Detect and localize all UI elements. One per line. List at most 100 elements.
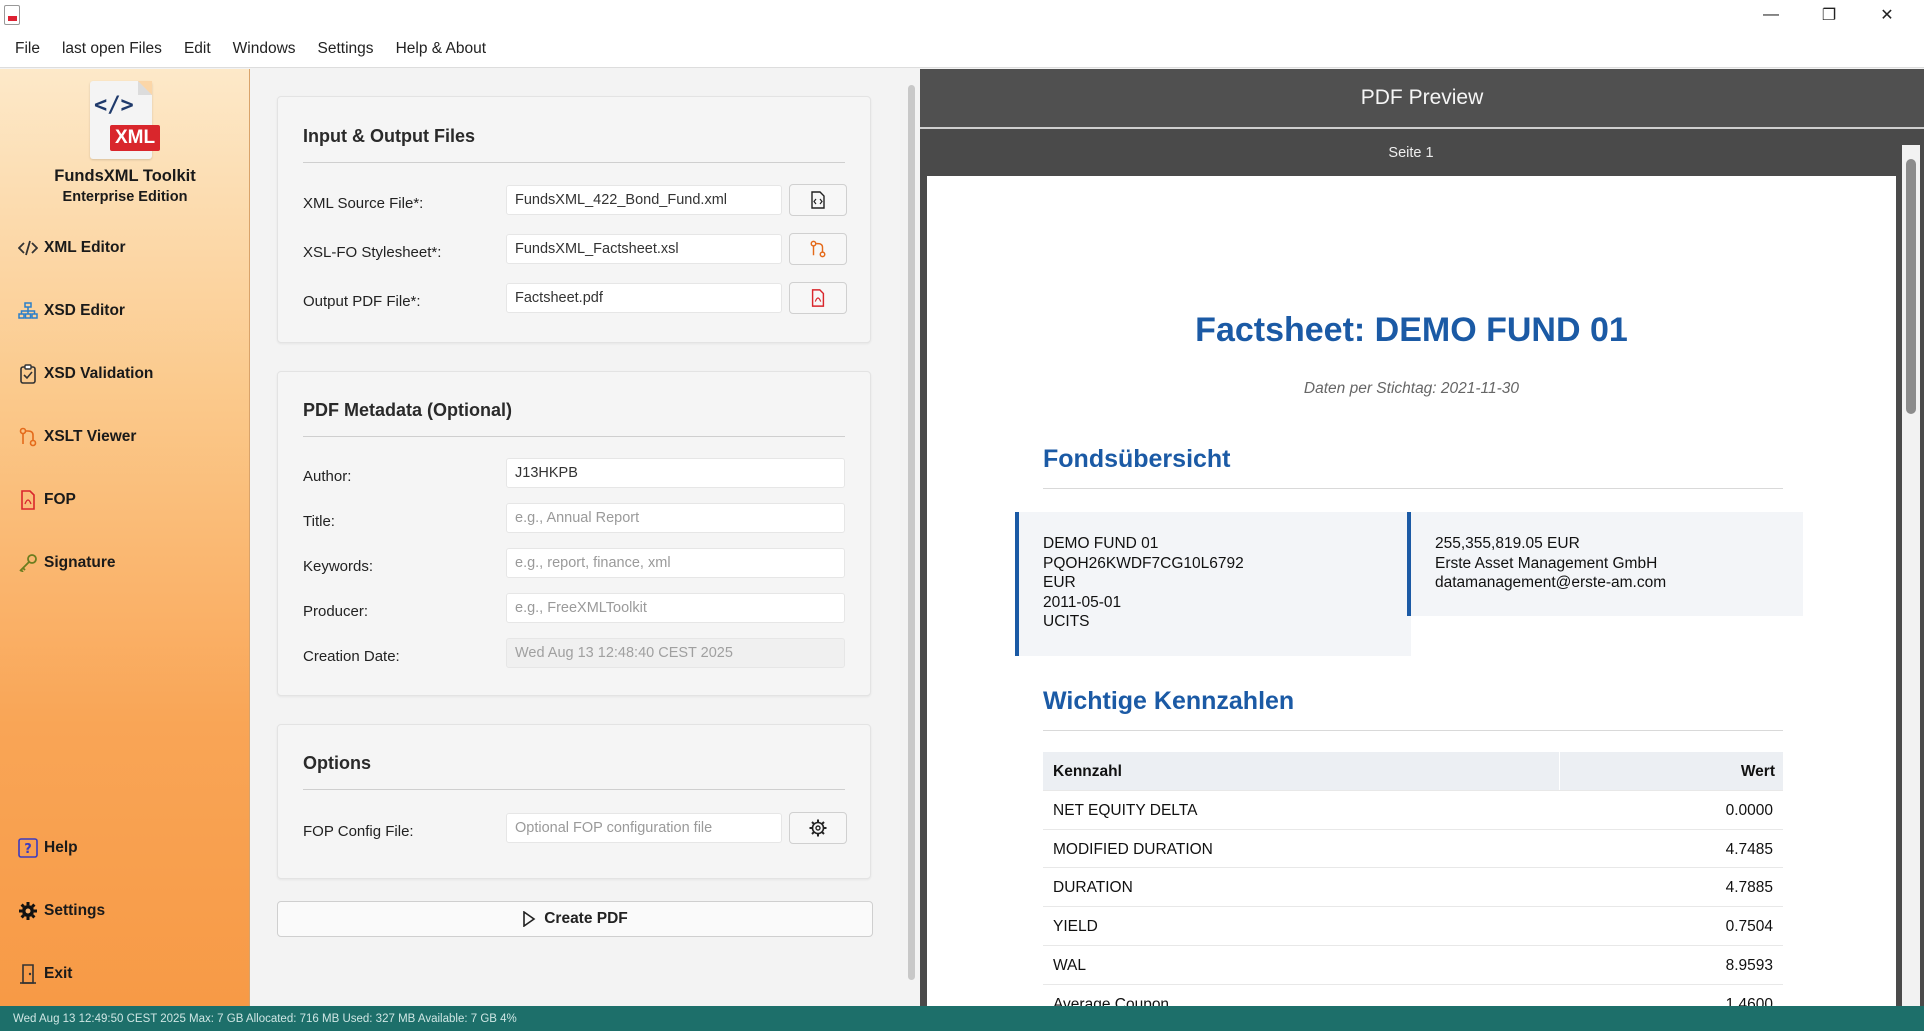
form-scrollbar[interactable] [903,69,919,1006]
browse-xsl-button[interactable] [789,233,847,265]
sidebar-item-xsd-editor[interactable]: XSD Editor [18,298,125,324]
transform-icon [810,240,826,258]
divider [303,436,845,437]
menu-help-about[interactable]: Help & About [385,40,497,58]
fund-inception: 2011-05-01 [1043,593,1122,611]
fund-currency: EUR [1043,574,1076,591]
app-logo: </> XML [88,81,162,161]
table-row: YIELD 0.7504 [1043,907,1783,946]
restore-button[interactable]: ❐ [1800,0,1858,30]
author-label: Author: [303,468,352,485]
sidebar-item-label: XML Editor [44,239,126,256]
document-title: Factsheet: DEMO FUND 01 [1195,311,1628,349]
sidebar-item-help[interactable]: ? Help [18,835,78,861]
browse-pdf-button[interactable] [789,282,847,314]
row-value: 0.0000 [1725,801,1773,819]
menu-file[interactable]: File [4,40,51,58]
menu-windows[interactable]: Windows [222,40,307,58]
close-button[interactable]: ✕ [1858,0,1916,30]
output-pdf-field[interactable]: Factsheet.pdf [506,283,782,313]
row-value: 4.7885 [1725,879,1773,897]
clipboard-check-icon [18,364,38,384]
row-name: MODIFIED DURATION [1053,840,1213,858]
sidebar-item-xml-editor[interactable]: XML Editor [18,235,126,261]
pdf-icon [18,490,38,510]
question-icon: ? [18,838,38,858]
page-label: Seite 1 [1388,145,1434,161]
sidebar-item-signature[interactable]: Signature [18,550,115,576]
fop-config-field[interactable]: Optional FOP configuration file [506,813,782,843]
sidebar-item-label: XSD Validation [44,365,154,382]
sidebar-item-label: Help [44,839,78,856]
sidebar-item-label: Signature [44,554,116,571]
svg-text:?: ? [24,842,32,857]
sidebar-item-label: XSLT Viewer [44,428,137,445]
producer-field[interactable]: e.g., FreeXMLToolkit [506,593,845,623]
row-value: 0.7504 [1725,918,1773,936]
xsl-stylesheet-label: XSL-FO Stylesheet*: [303,244,442,261]
xsl-stylesheet-field[interactable]: FundsXML_Factsheet.xsl [506,234,782,264]
column-header-wert: Wert [1740,763,1775,780]
creation-date-field: Wed Aug 13 12:48:40 CEST 2025 [506,638,845,668]
browse-xml-button[interactable] [789,184,847,216]
menu-bar: File last open Files Edit Windows Settin… [0,30,1924,68]
sidebar-item-xsd-validation[interactable]: XSD Validation [18,361,153,387]
gear-icon [809,819,827,837]
column-separator [1559,752,1560,790]
scrollbar-thumb[interactable] [1906,159,1916,414]
create-pdf-label: Create PDF [544,910,628,927]
sidebar-item-exit[interactable]: Exit [18,961,72,987]
pdf-page[interactable]: Factsheet: DEMO FUND 01 Daten per Sticht… [927,176,1896,1006]
brand-title: FundsXML Toolkit [54,167,196,185]
status-bar: Wed Aug 13 12:49:50 CEST 2025 Max: 7 GB … [0,1006,1924,1031]
input-output-card: Input & Output Files XML Source File*: F… [277,96,871,343]
table-header: Kennzahl Wert [1043,752,1783,791]
menu-last-open-files[interactable]: last open Files [51,40,173,58]
menu-settings[interactable]: Settings [307,40,385,58]
section-heading: Wichtige Kennzahlen [1043,687,1295,715]
sidebar-item-fop[interactable]: FOP [18,487,76,513]
xml-file-icon [811,191,825,209]
row-value: 4.7485 [1725,840,1773,858]
menu-edit[interactable]: Edit [173,40,222,58]
table-row: Average Coupon 1.4600 [1043,985,1783,1006]
minimize-button[interactable]: — [1742,0,1800,30]
table-row: NET EQUITY DELTA 0.0000 [1043,791,1783,830]
scrollbar-thumb[interactable] [908,85,915,980]
fund-manager-box: 255,355,819.05 EUR Erste Asset Managemen… [1407,512,1803,616]
keywords-field[interactable]: e.g., report, finance, xml [506,548,845,578]
creation-date-label: Creation Date: [303,648,400,665]
author-field[interactable]: J13HKPB [506,458,845,488]
sidebar-item-label: XSD Editor [44,302,125,319]
section-title: Input & Output Files [303,126,475,146]
app-icon [4,5,20,25]
divider [303,789,845,790]
section-title: PDF Metadata (Optional) [303,400,513,420]
row-name: DURATION [1053,879,1133,897]
exit-icon [18,964,38,984]
pdf-icon [811,289,825,307]
output-pdf-label: Output PDF File*: [303,293,421,310]
title-field[interactable]: e.g., Annual Report [506,503,845,533]
document-date: Daten per Stichtag: 2021-11-30 [1303,380,1520,397]
keywords-label: Keywords: [303,558,374,575]
xml-source-field[interactable]: FundsXML_422_Bond_Fund.xml [506,185,782,215]
table-row: DURATION 4.7885 [1043,868,1783,908]
transform-icon [18,427,38,447]
row-name: Average Coupon [1053,995,1170,1006]
sidebar: </> XML FundsXML Toolkit Enterprise Edit… [0,69,250,1006]
row-name: WAL [1053,956,1087,974]
preview-scrollbar[interactable] [1902,145,1920,1006]
row-value: 1.4600 [1725,995,1773,1006]
title-label: Title: [303,513,335,530]
pdf-metadata-card: PDF Metadata (Optional) Author: J13HKPB … [277,371,871,696]
fund-manager: Erste Asset Management GmbH [1435,554,1658,572]
fop-config-label: FOP Config File: [303,823,414,840]
gear-icon [18,901,38,921]
sidebar-item-settings[interactable]: Settings [18,898,105,924]
section-title: Options [303,753,371,773]
create-pdf-button[interactable]: Create PDF [277,901,873,937]
sidebar-item-xslt-viewer[interactable]: XSLT Viewer [18,424,136,450]
browse-fop-config-button[interactable] [789,812,847,844]
row-name: NET EQUITY DELTA [1053,801,1198,819]
